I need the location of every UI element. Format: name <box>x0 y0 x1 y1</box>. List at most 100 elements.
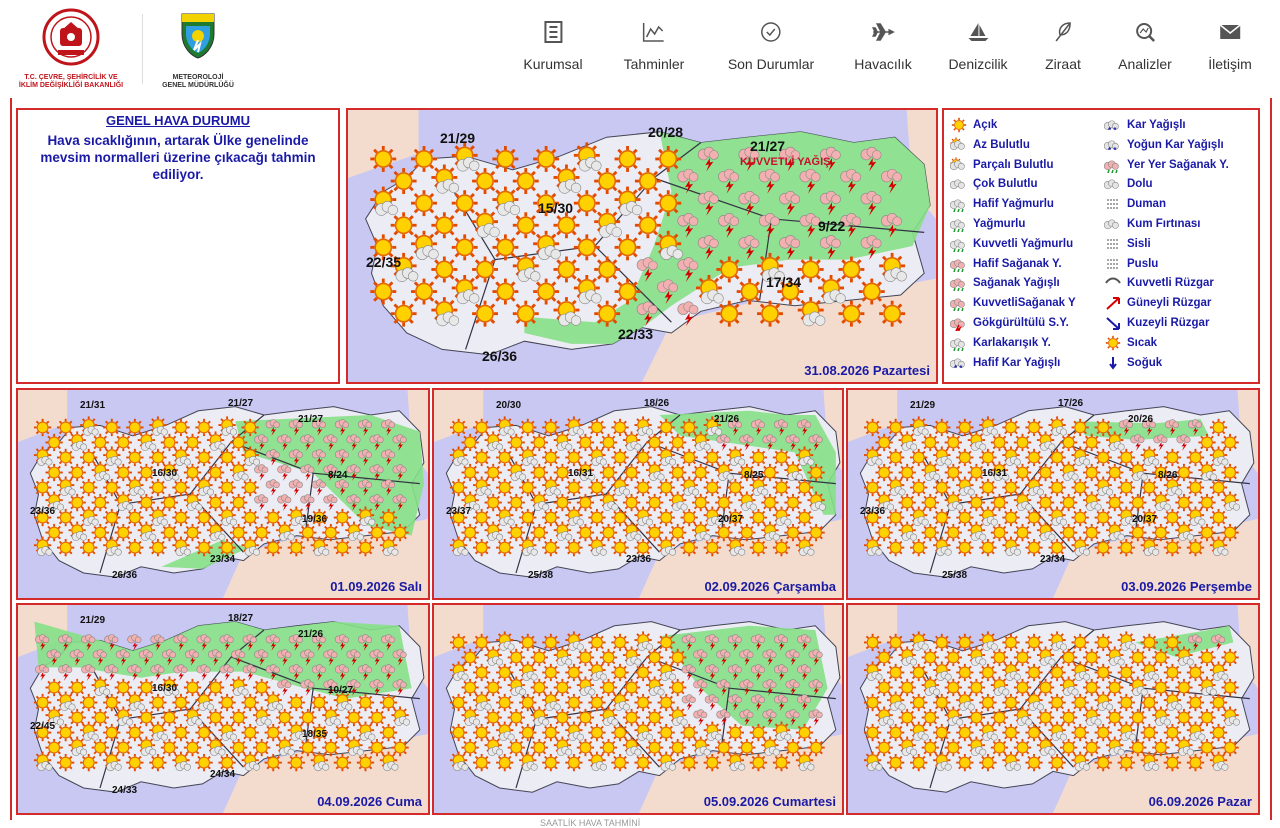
sun-icon <box>218 479 235 496</box>
fog-icon <box>1104 236 1122 252</box>
sun-icon <box>57 449 74 466</box>
sun-icon <box>1187 694 1204 711</box>
sun-icon <box>574 190 600 216</box>
mgm-logo[interactable]: METEOROLOJİGENEL MÜDÜRLÜĞÜ <box>152 12 244 92</box>
nav-analizler[interactable]: Analizler <box>1118 18 1172 78</box>
sun-icon <box>519 634 536 651</box>
svg-text:* *: * * <box>954 364 963 371</box>
nav-label: Ziraat <box>1045 56 1081 72</box>
temperature-label: 20/37 <box>718 514 743 525</box>
legend-item: Az Bulutlu <box>950 136 1030 154</box>
sleet-icon <box>950 335 968 351</box>
nav-label: Denizcilik <box>948 56 1007 72</box>
forecast-map-day6[interactable]: 06.09.2026 Pazar <box>846 603 1260 815</box>
temperature-label: 18/35 <box>302 729 327 740</box>
sun-icon <box>519 419 536 436</box>
forecast-map-day4[interactable]: 04.09.2026 Cuma21/2918/2721/2616/3010/27… <box>16 603 430 815</box>
sun-icon <box>681 754 698 771</box>
sun-icon <box>149 539 166 556</box>
temperature-label: 23/36 <box>860 506 885 517</box>
nav-son-durumlar[interactable]: Son Durumlar <box>728 18 814 78</box>
turkey-weather-map <box>18 605 428 813</box>
temperature-label: 22/35 <box>366 254 401 270</box>
airplane-icon <box>871 18 895 46</box>
nav-i̇letişim[interactable]: İletişim <box>1208 18 1252 78</box>
sun-icon <box>1095 754 1112 771</box>
sun-icon <box>574 234 600 260</box>
envelope-icon <box>1219 18 1241 46</box>
nav-denizcilik[interactable]: Denizcilik <box>948 18 1007 78</box>
sun-icon <box>80 479 97 496</box>
sun-icon <box>750 539 767 556</box>
legend-label: Kuzeyli Rüzgar <box>1127 317 1209 329</box>
sun-icon <box>588 419 605 436</box>
sun-icon <box>513 212 539 238</box>
sun-icon <box>1048 694 1065 711</box>
nav-ziraat[interactable]: Ziraat <box>1045 18 1081 78</box>
legend-label: Hafif Kar Yağışlı <box>973 357 1060 369</box>
sun-icon <box>195 449 212 466</box>
sun-icon <box>1025 449 1042 466</box>
sun-icon <box>103 724 120 741</box>
sun-icon <box>57 539 74 556</box>
sun-icon <box>838 257 864 283</box>
sun-icon <box>565 694 582 711</box>
temperature-label: 21/27 <box>750 138 785 154</box>
sun-icon <box>807 464 824 481</box>
turkey-weather-map <box>434 390 844 598</box>
temperature-label: 19/36 <box>302 514 327 525</box>
sun-icon <box>242 724 259 741</box>
temperature-label: 20/28 <box>648 124 683 140</box>
sun-icon <box>472 168 498 194</box>
legend-label: Hafif Sağanak Y. <box>973 258 1062 270</box>
sun-icon <box>80 539 97 556</box>
sun-icon <box>1095 664 1112 681</box>
svg-text:* *: * * <box>1108 126 1117 133</box>
temperature-label: 21/27 <box>228 398 253 409</box>
nav-label: Tahminler <box>624 56 685 72</box>
ministry-name: T.C. ÇEVRE, ŞEHİRCİLİK VEİKLİM DEĞİŞİKLİ… <box>8 74 134 90</box>
sun-icon <box>910 694 927 711</box>
sun-icon <box>1221 679 1238 696</box>
sun-icon <box>838 301 864 327</box>
temperature-label: 8/26 <box>1158 470 1177 481</box>
legend-item: * * Hafif Kar Yağışlı <box>950 354 1060 372</box>
sun-icon <box>750 449 767 466</box>
sun-icon <box>956 664 973 681</box>
check-circle-icon <box>760 18 782 46</box>
nav-havacılık[interactable]: Havacılık <box>854 18 912 78</box>
nav-kurumsal[interactable]: Kurumsal <box>523 18 582 78</box>
sun-icon <box>452 234 478 260</box>
sun-icon <box>1118 479 1135 496</box>
sun-icon <box>1187 479 1204 496</box>
sun-icon <box>1095 449 1112 466</box>
forecast-map-day2[interactable]: 02.09.2026 Çarşamba20/3018/2621/2616/318… <box>432 388 844 600</box>
temperature-label: 8/25 <box>744 470 763 481</box>
sun-icon <box>594 257 620 283</box>
site-header: T.C. ÇEVRE, ŞEHİRCİLİK VEİKLİM DEĞİŞİKLİ… <box>0 0 1280 98</box>
sun-icon <box>704 479 721 496</box>
temperature-label: 24/33 <box>112 785 137 796</box>
main-forecast-map[interactable]: 31.08.2026 Pazartesi KUVVETLİ YAĞIŞ21/29… <box>346 108 938 384</box>
forecast-map-day1[interactable]: 01.09.2026 Salı21/3121/2721/2716/308/242… <box>16 388 430 600</box>
sun-icon <box>1072 634 1089 651</box>
forecast-map-day3[interactable]: 03.09.2026 Perşembe21/2917/2620/2616/318… <box>846 388 1260 600</box>
ministry-logo[interactable]: T.C. ÇEVRE, ŞEHİRCİLİK VEİKLİM DEĞİŞİKLİ… <box>8 8 134 96</box>
north-wind-icon <box>1104 315 1122 331</box>
sun-icon <box>655 146 681 172</box>
forecast-map-day5[interactable]: 05.09.2026 Cumartesi <box>432 603 844 815</box>
sun-icon <box>979 479 996 496</box>
sun-icon <box>492 279 518 305</box>
map-date: 02.09.2026 Çarşamba <box>704 579 836 594</box>
sun-icon <box>357 694 374 711</box>
nav-tahminler[interactable]: Tahminler <box>624 18 685 78</box>
temperature-label: 21/27 <box>298 414 323 425</box>
legend-label: Hafif Yağmurlu <box>973 198 1054 210</box>
sun-icon <box>1002 724 1019 741</box>
temperature-label: 26/36 <box>482 348 517 364</box>
sun-icon <box>533 279 559 305</box>
sun-icon <box>242 479 259 496</box>
footer-text: SAATLİK HAVA TAHMİNİ <box>540 818 640 828</box>
sun-icon <box>533 146 559 172</box>
sun-icon <box>887 539 904 556</box>
